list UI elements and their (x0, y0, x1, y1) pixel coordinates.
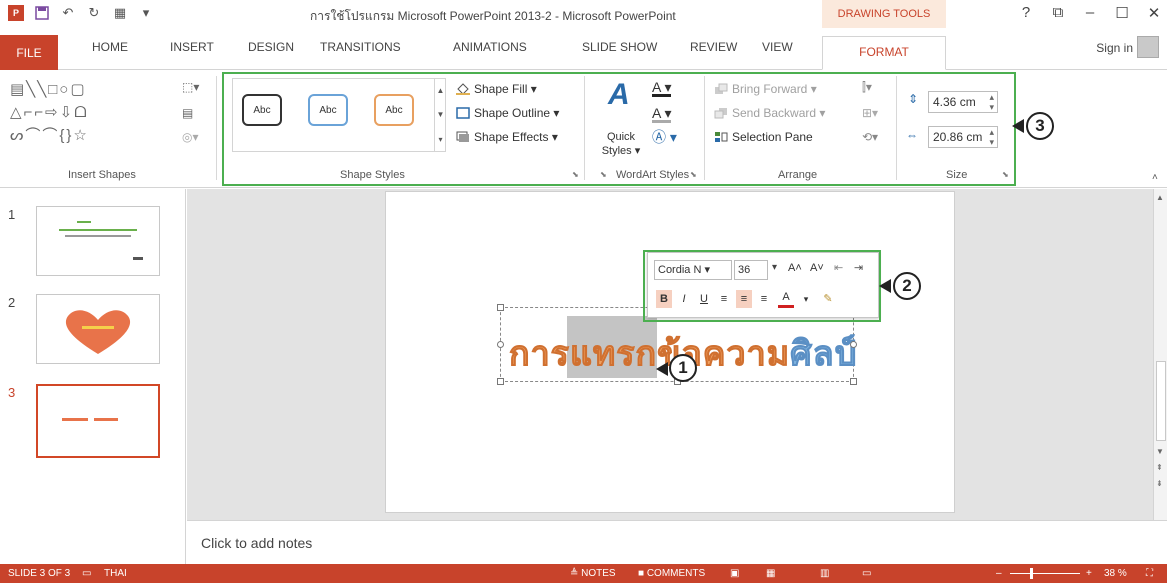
thumb-text-line (94, 418, 118, 421)
ribbon-tabs: FILE HOME INSERT DESIGN TRANSITIONS ANIM… (0, 28, 1167, 71)
collapse-ribbon-icon[interactable]: ˄ (1152, 172, 1158, 183)
callout-number: 2 (893, 272, 921, 300)
wordart-text-part: ศิลป์ (790, 335, 858, 374)
resize-handle[interactable] (850, 341, 857, 348)
status-bar: SLIDE 3 OF 3 ▭ THAI ≜ NOTES ■ COMMENTS ▣… (0, 564, 1167, 583)
zoom-in-icon[interactable]: + (1086, 568, 1092, 579)
shapes-gallery-row: △⌐⌐⇨⇩ᗝ (10, 104, 89, 121)
thumb-text-line (62, 418, 88, 421)
scrollbar-thumb[interactable] (1156, 361, 1166, 441)
draw-text-box-icon[interactable]: ▤ (182, 106, 193, 120)
slide-canvas[interactable]: การแทรกข้อความศิลป์ 1 (385, 191, 955, 513)
window-controls: ? ⧉ – ☐ ✕ (1017, 4, 1163, 22)
merge-shapes-icon[interactable]: ◎▾ (182, 130, 199, 144)
callout-arrow-icon (879, 279, 891, 293)
heart-icon (65, 310, 131, 354)
tab-file[interactable]: FILE (0, 35, 58, 71)
resize-handle[interactable] (497, 341, 504, 348)
help-icon[interactable]: ? (1017, 4, 1035, 22)
drawing-tools-header: DRAWING TOOLS (822, 0, 946, 28)
slide-number: 1 (8, 207, 16, 222)
minimize-button[interactable]: – (1081, 4, 1099, 22)
resize-handle[interactable] (497, 378, 504, 385)
avatar[interactable] (1137, 36, 1159, 58)
save-icon[interactable] (34, 5, 50, 21)
slide-sorter-icon[interactable]: ▦ (766, 568, 775, 579)
scroll-up-icon[interactable]: ▲ (1156, 193, 1164, 202)
insert-shapes-label: Insert Shapes (68, 169, 136, 181)
undo-icon[interactable]: ↶ (60, 5, 76, 21)
ribbon-highlight-box (222, 72, 1016, 186)
edit-shape-icon[interactable]: ⬚▾ (182, 80, 199, 94)
tab-view[interactable]: VIEW (762, 40, 793, 54)
next-slide-icon[interactable]: ⇟ (1156, 479, 1163, 488)
powerpoint-logo-icon[interactable]: P (8, 5, 24, 21)
slide-number: 3 (8, 385, 16, 400)
fit-slide-icon[interactable]: ⛶ (1146, 568, 1153, 579)
tab-format[interactable]: FORMAT (822, 36, 946, 70)
customize-qat-icon[interactable]: ▾ (138, 5, 154, 21)
slide-editing-area: การแทรกข้อความศิลป์ 1 Cordia N ▾ 36 ▾ A˄… (187, 189, 1153, 520)
title-bar: P ↶ ↻ ▦ ▾ การใช้โปรแกรม Microsoft PowerP… (0, 0, 1167, 28)
zoom-level[interactable]: 38 % (1104, 568, 1127, 579)
close-button[interactable]: ✕ (1145, 4, 1163, 22)
callout-arrow-icon (1012, 119, 1024, 133)
thumb-mark (133, 257, 143, 260)
tab-insert[interactable]: INSERT (170, 40, 214, 54)
slide-counter: SLIDE 3 OF 3 (8, 568, 71, 579)
slide-thumbnail[interactable] (36, 206, 160, 276)
normal-view-icon[interactable]: ▣ (730, 568, 739, 579)
ribbon-display-options-icon[interactable]: ⧉ (1049, 4, 1067, 22)
notes-button[interactable]: ≜ NOTES (570, 568, 616, 579)
language-indicator[interactable]: THAI (104, 568, 127, 579)
maximize-button[interactable]: ☐ (1113, 4, 1131, 22)
redo-icon[interactable]: ↻ (86, 5, 102, 21)
zoom-out-icon[interactable]: – (996, 568, 1002, 579)
wordart-text-part: ความ (702, 335, 791, 374)
shapes-gallery-row: ▤╲╲□○▢ (10, 81, 87, 98)
resize-handle[interactable] (850, 378, 857, 385)
window-title: การใช้โปรแกรม Microsoft PowerPoint 2013-… (310, 9, 676, 23)
callout-number: 3 (1026, 112, 1054, 140)
callout-number: 1 (669, 354, 697, 382)
zoom-slider[interactable] (1010, 573, 1080, 574)
notes-pane[interactable]: Click to add notes (187, 520, 1167, 564)
thumb-title-line (77, 221, 91, 223)
quick-access-toolbar: P ↶ ↻ ▦ ▾ (8, 5, 154, 21)
notes-placeholder[interactable]: Click to add notes (201, 535, 312, 551)
slide-thumbnail-pane: 1 2 3 (0, 189, 186, 564)
comments-button[interactable]: ■ COMMENTS (638, 568, 705, 579)
tab-animations[interactable]: ANIMATIONS (453, 40, 527, 54)
start-from-beginning-icon[interactable]: ▦ (112, 5, 128, 21)
mini-toolbar-highlight-box (643, 250, 881, 322)
slide-number: 2 (8, 295, 16, 310)
shapes-gallery[interactable]: ▤╲╲□○▢ △⌐⌐⇨⇩ᗝ ᔕ⌒⌒{}☆ (10, 78, 178, 152)
slide-thumbnail-selected[interactable] (36, 384, 160, 458)
callout-arrow-icon (656, 362, 668, 376)
previous-slide-icon[interactable]: ⇞ (1156, 463, 1163, 472)
thumb-text-line (65, 235, 131, 237)
wordart-text-part: การแทรก (508, 335, 658, 374)
slide-show-icon[interactable]: ▭ (862, 568, 871, 579)
ribbon: ▤╲╲□○▢ △⌐⌐⇨⇩ᗝ ᔕ⌒⌒{}☆ ⬚▾ ▤ ◎▾ Insert Shap… (0, 70, 1167, 188)
resize-handle[interactable] (497, 304, 504, 311)
sign-in-link[interactable]: Sign in (1096, 41, 1133, 55)
reading-view-icon[interactable]: ▥ (820, 568, 829, 579)
group-divider (216, 76, 217, 180)
tab-home[interactable]: HOME (92, 40, 128, 54)
vertical-scrollbar[interactable]: ▲ ▼ ⇞ ⇟ (1153, 189, 1167, 520)
tab-slide-show[interactable]: SLIDE SHOW (582, 40, 657, 54)
thumb-text-line (59, 229, 137, 231)
shapes-gallery-row: ᔕ⌒⌒{}☆ (10, 127, 89, 144)
scroll-down-icon[interactable]: ▼ (1156, 447, 1164, 456)
zoom-slider-thumb[interactable] (1030, 568, 1033, 579)
tab-review[interactable]: REVIEW (690, 40, 737, 54)
slide-thumbnail[interactable] (36, 294, 160, 364)
tab-design[interactable]: DESIGN (248, 40, 294, 54)
tab-transitions[interactable]: TRANSITIONS (320, 40, 401, 54)
spell-check-icon[interactable]: ▭ (82, 568, 91, 579)
